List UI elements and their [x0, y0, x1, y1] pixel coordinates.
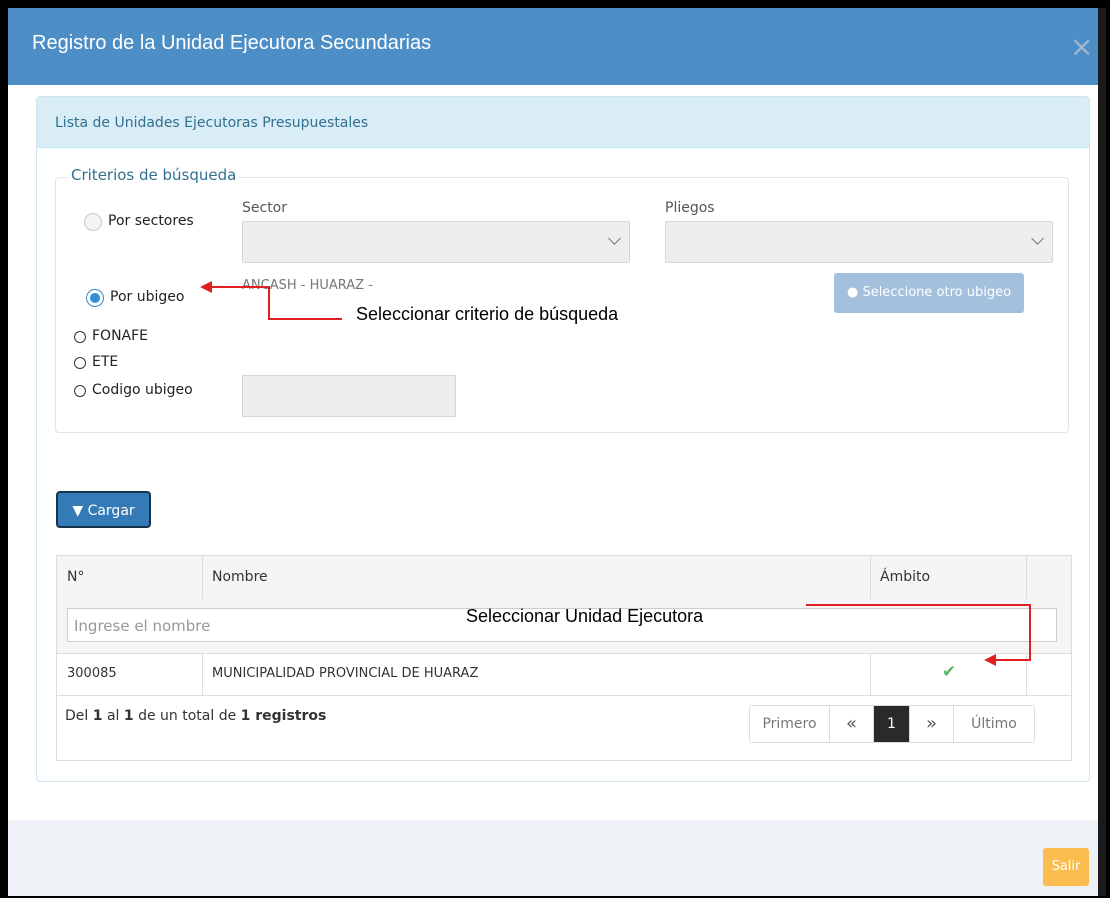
annotation-criteria: Seleccionar criterio de búsqueda [356, 304, 619, 324]
annotation-unit: Seleccionar Unidad Ejecutora [466, 606, 704, 626]
arrow-head-icon [984, 654, 996, 666]
annotation-arrow-criteria [210, 286, 342, 320]
annotation-arrow-unit [806, 604, 1031, 661]
arrow-head-icon [200, 281, 212, 293]
annotation-arrows [200, 281, 1031, 666]
